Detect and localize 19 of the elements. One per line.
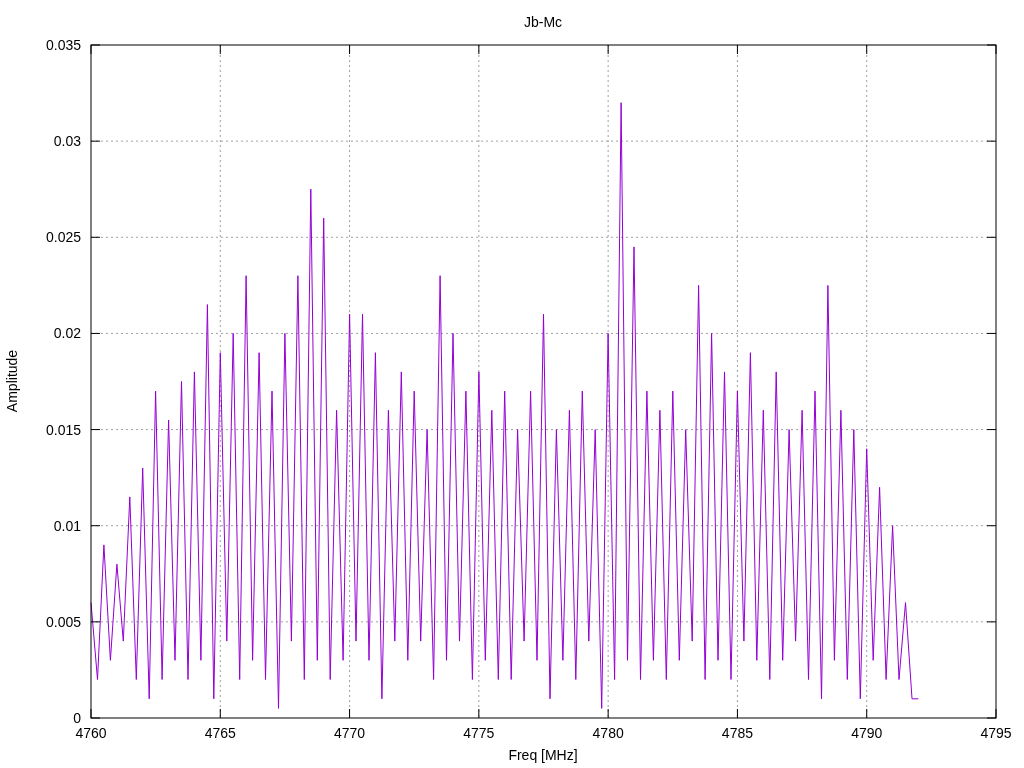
tick-label: 0.015 [45,421,81,438]
tick-label: 0.005 [45,613,81,630]
axis-label: Freq [MHz] [508,747,578,763]
chart-title: Jb-Mc [523,14,563,30]
tick-label: 4785 [721,725,753,741]
tick-label: 4770 [334,725,366,741]
tick-label: 4780 [592,725,624,741]
tick-label: 4765 [204,725,236,741]
tick-label: 0.02 [53,325,81,342]
tick-label: 4795 [980,725,1012,741]
tick-label: 0.035 [45,37,81,53]
axis-label: Amplitude [4,349,20,413]
tick-label: 4760 [75,725,107,741]
tick-label: 0.01 [53,517,81,534]
tick-label: 0 [73,710,81,726]
tick-label: 0.03 [53,133,81,150]
tick-label: 4790 [851,725,883,741]
tick-label: 0.025 [45,229,81,246]
tick-label: 4775 [463,725,495,741]
